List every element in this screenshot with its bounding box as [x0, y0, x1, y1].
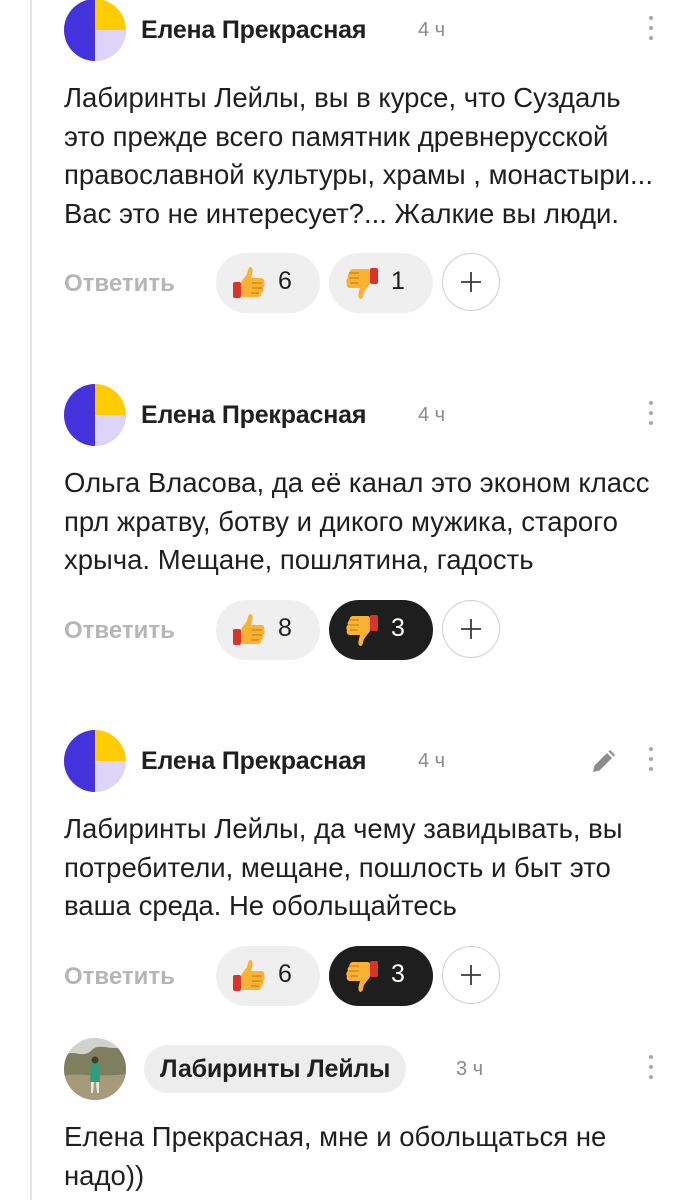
like-button[interactable]: 6	[216, 253, 320, 314]
thumbs-down-icon	[344, 958, 380, 994]
dislike-count: 1	[391, 267, 405, 296]
like-button[interactable]: 8	[216, 599, 320, 660]
thumbs-up-icon	[231, 265, 267, 301]
avatar-icon[interactable]	[64, 0, 126, 61]
dislike-button[interactable]: 3	[329, 599, 433, 660]
add-reaction-button[interactable]	[442, 945, 500, 1004]
like-count: 8	[278, 613, 292, 642]
reply-button[interactable]: Ответить	[64, 963, 175, 991]
comment-header: Елена Прекрасная 4 ч	[64, 730, 692, 792]
comment-actions: Ответить 6 3	[64, 945, 692, 1008]
comment-time: 4 ч	[418, 750, 446, 772]
thumbs-up-icon	[231, 958, 267, 994]
comment-author[interactable]: Елена Прекрасная	[141, 16, 366, 45]
comment-author[interactable]: Елена Прекрасная	[141, 747, 366, 776]
reply-button[interactable]: Ответить	[64, 617, 175, 645]
comment-author[interactable]: Лабиринты Лейлы	[144, 1045, 407, 1093]
dislike-button[interactable]: 3	[329, 945, 433, 1006]
thumbs-down-icon	[344, 265, 380, 301]
like-button[interactable]: 6	[216, 945, 320, 1006]
avatar-icon[interactable]	[64, 730, 126, 792]
plus-icon	[461, 964, 481, 985]
add-reaction-button[interactable]	[442, 599, 500, 658]
comment: Лабиринты Лейлы 3 ч Елена Прекрасная, мн…	[64, 1038, 692, 1195]
like-count: 6	[278, 959, 292, 988]
comment: Елена Прекрасная 4 ч Ольга Власова, да е…	[64, 384, 692, 662]
comment-header: Елена Прекрасная 4 ч	[64, 0, 692, 61]
thread-line	[30, 0, 32, 1200]
thumbs-up-icon	[231, 612, 267, 648]
avatar[interactable]	[64, 1038, 126, 1100]
dislike-button[interactable]: 1	[329, 253, 433, 314]
comment-header: Лабиринты Лейлы 3 ч	[64, 1038, 692, 1100]
plus-icon	[461, 272, 481, 293]
comment-text: Ольга Власова, да её канал это эконом кл…	[64, 467, 650, 576]
more-vertical-icon[interactable]	[648, 16, 654, 46]
comment: Елена Прекрасная 4 ч Лабиринты Лейлы, вы…	[64, 0, 692, 315]
thumbs-down-icon	[344, 612, 380, 648]
more-vertical-icon[interactable]	[648, 1055, 654, 1085]
comment-header: Елена Прекрасная 4 ч	[64, 384, 692, 446]
reply-button[interactable]: Ответить	[64, 270, 175, 298]
plus-icon	[461, 618, 481, 639]
comment-actions: Ответить 6 1	[64, 253, 692, 315]
comment-author[interactable]: Елена Прекрасная	[141, 401, 366, 430]
pencil-icon[interactable]	[588, 747, 618, 777]
more-vertical-icon[interactable]	[648, 747, 654, 777]
like-count: 6	[278, 267, 292, 296]
comment-text: Елена Прекрасная, мне и обольщаться не н…	[64, 1121, 607, 1191]
comment-time: 4 ч	[418, 19, 446, 41]
dislike-count: 3	[391, 959, 405, 988]
avatar-icon[interactable]	[64, 384, 126, 446]
comment-time: 4 ч	[418, 404, 446, 426]
comment: Елена Прекрасная 4 ч Лабиринты Лейлы, да…	[64, 730, 692, 1008]
comment-text: Лабиринты Лейлы, да чему завидывать, вы …	[64, 813, 623, 922]
comment-text: Лабиринты Лейлы, вы в курсе, что Суздаль…	[64, 82, 653, 229]
comment-time: 3 ч	[456, 1058, 484, 1080]
comment-actions: Ответить 8 3	[64, 599, 692, 662]
dislike-count: 3	[391, 613, 405, 642]
add-reaction-button[interactable]	[442, 253, 500, 312]
more-vertical-icon[interactable]	[648, 401, 654, 431]
